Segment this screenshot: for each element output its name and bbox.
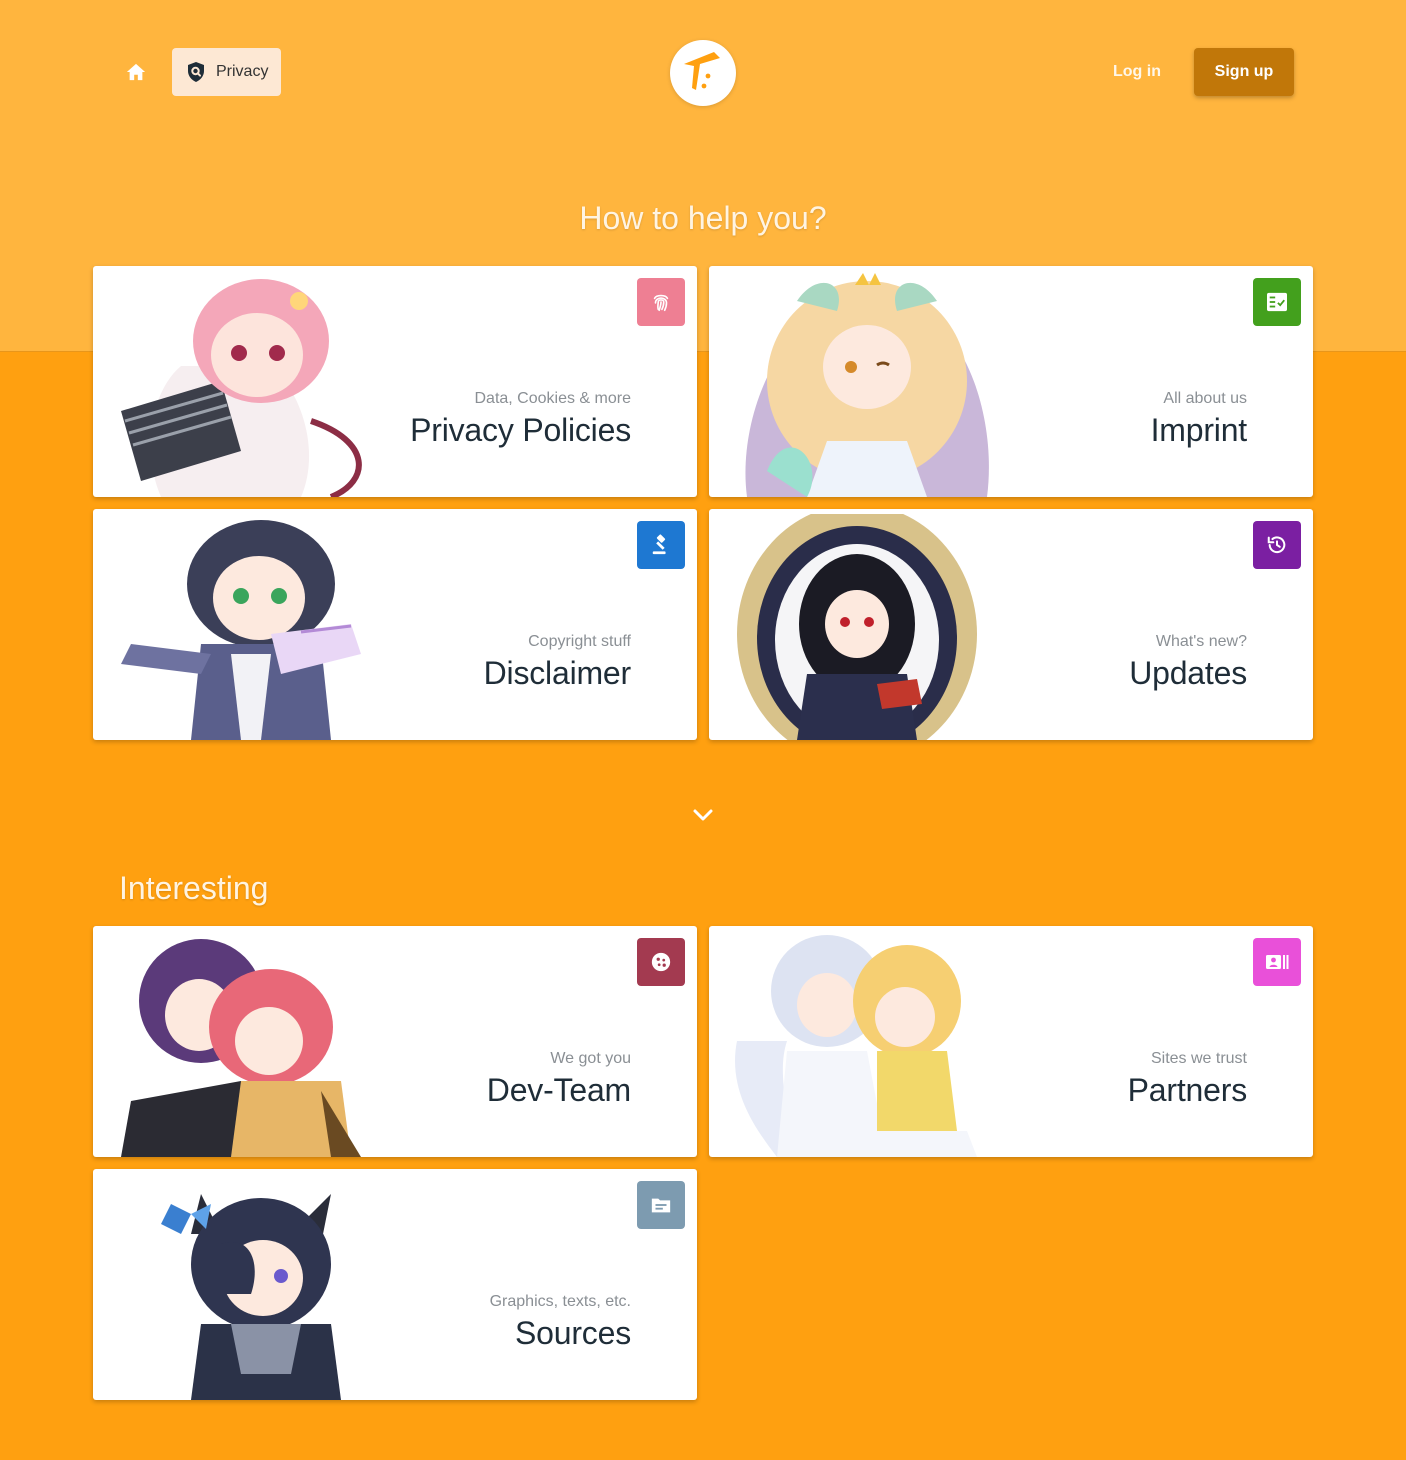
breadcrumb-privacy[interactable]: Privacy (172, 48, 281, 96)
anime-girl-books-illustration (121, 279, 362, 497)
home-button[interactable] (118, 56, 154, 88)
anime-princess-illustration (745, 273, 989, 497)
breadcrumb-label: Privacy (216, 63, 269, 80)
card-badge (1253, 278, 1301, 326)
home-icon (126, 63, 146, 81)
card-badge (637, 1181, 685, 1229)
card-subtitle: We got you (550, 1050, 631, 1067)
card-partners[interactable]: Sites we trust Partners (709, 926, 1313, 1157)
folder-icon (651, 1198, 671, 1213)
card-text: We got you Dev-Team (487, 1050, 631, 1109)
anime-girl-mirror-illustration (737, 514, 977, 740)
card-title: Partners (1127, 1072, 1248, 1108)
card-title: Dev-Team (486, 1072, 631, 1108)
card-updates[interactable]: What's new? Updates (709, 509, 1313, 740)
anime-girl-book-illustration (121, 520, 361, 740)
card-text: Graphics, texts, etc. Sources (489, 1293, 632, 1352)
card-text: Sites we trust Partners (1127, 1050, 1248, 1109)
card-text: What's new? Updates (1129, 633, 1247, 692)
anime-pair-illustration (735, 935, 977, 1157)
site-logo[interactable] (670, 40, 736, 106)
card-dev-team[interactable]: We got you Dev-Team (93, 926, 697, 1157)
fingerprint-icon (653, 294, 669, 312)
signup-button[interactable]: Sign up (1194, 48, 1294, 96)
card-badge (1253, 521, 1301, 569)
shield-search-icon (188, 62, 204, 82)
card-subtitle: Data, Cookies & more (474, 390, 631, 407)
card-badge (637, 278, 685, 326)
help-section-title: How to help you? (579, 200, 827, 236)
card-badge (1253, 938, 1301, 986)
card-text: Data, Cookies & more Privacy Policies (410, 390, 631, 449)
card-subtitle: What's new? (1155, 633, 1247, 650)
gavel-icon (652, 534, 666, 555)
card-badge (637, 938, 685, 986)
anime-catgirl-illustration (161, 1194, 341, 1400)
card-disclaimer[interactable]: Copyright stuff Disclaimer (93, 509, 697, 740)
history-icon (1267, 536, 1286, 554)
card-text: All about us Imprint (1150, 390, 1248, 449)
card-imprint[interactable]: All about us Imprint (709, 266, 1313, 497)
login-link[interactable]: Log in (1108, 58, 1166, 86)
anime-duo-illustration (121, 939, 361, 1157)
card-title: Disclaimer (483, 655, 632, 691)
card-subtitle: Copyright stuff (528, 633, 631, 650)
card-title: Privacy Policies (410, 412, 631, 448)
card-subtitle: Sites we trust (1150, 1050, 1247, 1067)
contact-card-icon (1266, 955, 1289, 969)
card-title: Updates (1129, 655, 1247, 691)
card-subtitle: Graphics, texts, etc. (489, 1293, 631, 1310)
card-title: Sources (515, 1315, 631, 1351)
chevron-down-icon[interactable] (689, 801, 717, 829)
card-privacy-policies[interactable]: Data, Cookies & more Privacy Policies (93, 266, 697, 497)
card-badge (637, 521, 685, 569)
checklist-icon (1267, 292, 1287, 312)
card-sources[interactable]: Graphics, texts, etc. Sources (93, 1169, 697, 1400)
card-title: Imprint (1150, 412, 1248, 448)
card-text: Copyright stuff Disclaimer (483, 633, 632, 692)
card-subtitle: All about us (1163, 390, 1247, 407)
interesting-section-title: Interesting (119, 870, 269, 906)
logo-icon (684, 52, 720, 90)
header: Privacy Log in Sign up (0, 0, 1406, 140)
cookie-icon (651, 952, 671, 972)
